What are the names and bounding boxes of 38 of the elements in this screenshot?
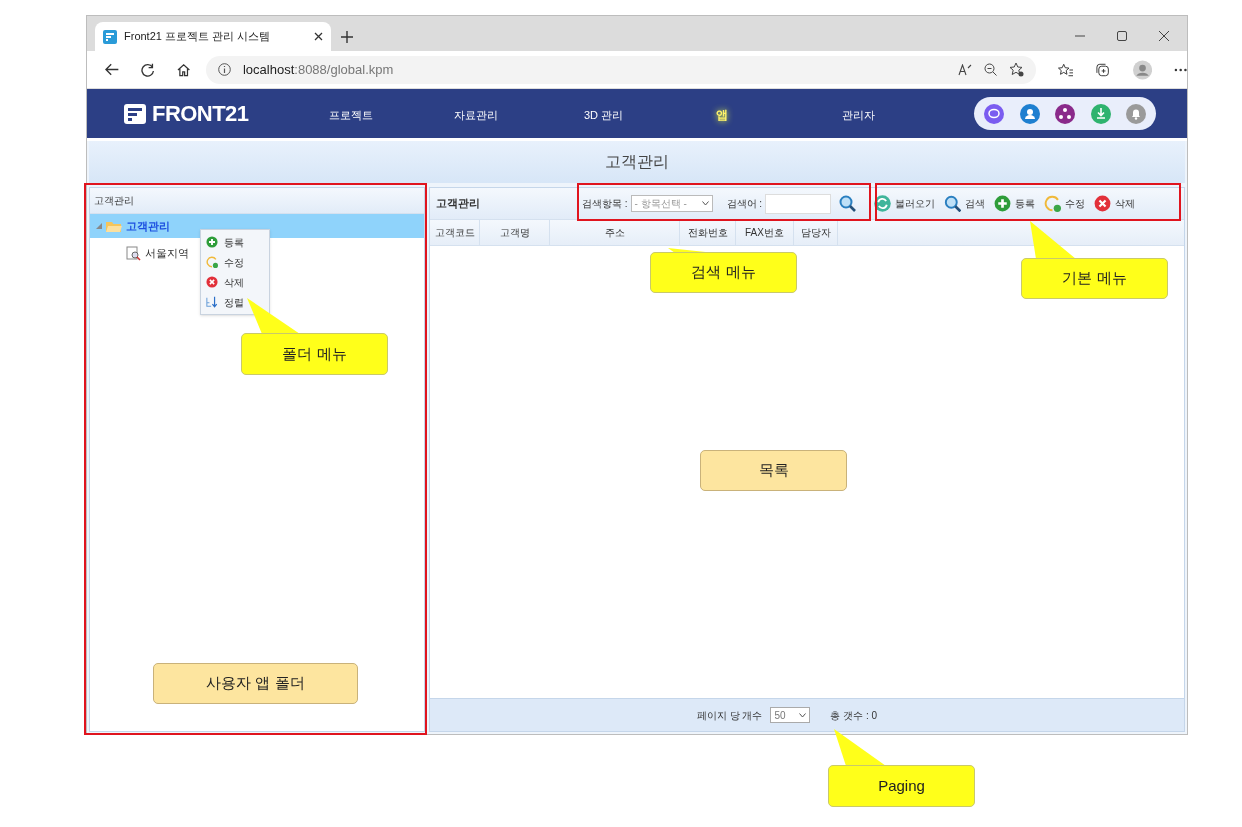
context-menu-item[interactable]: 수정 [201,252,269,272]
tree-row-highlight[interactable]: 고객관리 [90,214,424,238]
page-title: 고객관리 [605,152,669,172]
column-header[interactable]: 담당자 [794,220,838,245]
column-header[interactable]: 고객명 [480,220,550,245]
column-header[interactable]: 고객코드 [430,220,480,245]
per-page-label: 페이지 당 개수 [696,708,763,723]
nav-menu-item[interactable]: 앱 [716,107,728,122]
keyword-label: 검색어 : [726,197,763,211]
toolbar-button[interactable]: 등록 [994,195,1036,212]
callout-label: 검색 메뉴 [650,252,797,293]
context-menu-item[interactable]: 정렬 [201,292,269,312]
url-text: localhost:8088/global.kpm [243,60,395,79]
toolbar-button[interactable]: 검색 [944,195,986,212]
per-page-select[interactable]: 50 [770,707,811,723]
address-bar[interactable]: localhost:8088/global.kpm [206,55,1037,84]
tree-item-label[interactable]: 서울지역 [145,244,189,262]
logo-text: FRONT21 [152,100,249,128]
search-field-label: 검색항목 : [582,197,628,211]
toolbar-button[interactable]: 불러오기 [874,195,936,212]
column-header[interactable]: 주소 [550,220,680,245]
browser-tab[interactable]: Front21 프로젝트 관리 시스템 [95,22,331,51]
toolbar-button[interactable]: 삭제 [1094,195,1136,212]
nav-menu-item[interactable]: 자료관리 [454,108,498,121]
callout-label: 목록 [700,450,847,491]
tab-title: Front21 프로젝트 관리 시스템 [124,29,272,45]
panel-title: 고객관리 [94,194,134,208]
nav-menu-item[interactable]: 프로젝트 [329,108,373,121]
total-count: 총 갯수 : 0 [830,708,878,723]
list-title: 고객관리 [436,196,481,212]
nav-menu-item[interactable]: 관리자 [842,108,875,121]
tree-item-label[interactable]: 고객관리 [126,217,170,235]
context-menu-item[interactable]: 삭제 [201,272,269,292]
column-header[interactable]: 전화번호 [680,220,736,245]
toolbar-button[interactable]: 수정 [1044,195,1086,212]
callout-label: 사용자 앱 폴더 [153,663,358,704]
column-header[interactable]: FAX번호 [736,220,794,245]
nav-menu-item[interactable]: 3D 관리 [584,108,624,121]
